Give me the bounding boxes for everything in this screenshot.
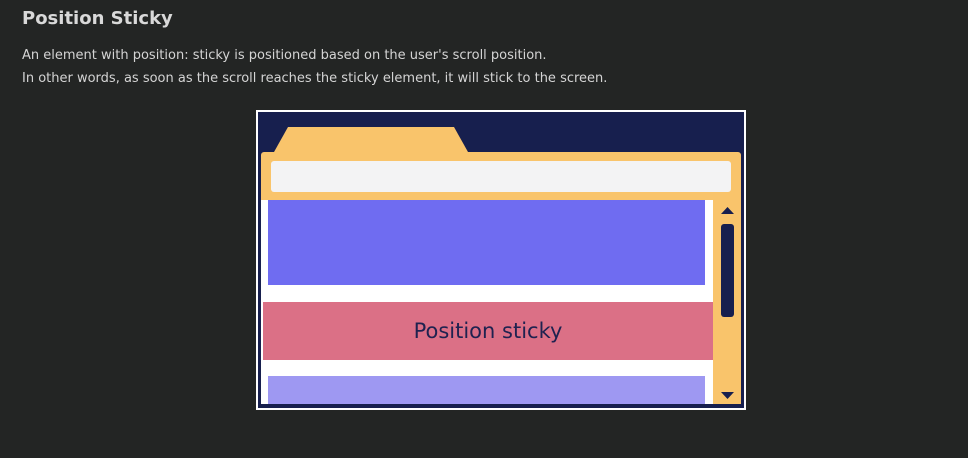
description-line-2: In other words, as soon as the scroll re… — [22, 71, 608, 86]
content-block-top — [268, 200, 705, 285]
page-title: Position Sticky — [22, 8, 173, 29]
folder-tab — [274, 127, 468, 152]
header-bar — [271, 161, 731, 192]
description-line-1: An element with position: sticky is posi… — [22, 48, 547, 63]
content-block-bottom — [268, 376, 705, 404]
scrollbar-thumb[interactable] — [721, 224, 734, 317]
sticky-block-label: Position sticky — [414, 319, 563, 343]
sticky-illustration: Position sticky — [256, 110, 746, 410]
page: Position Sticky An element with position… — [0, 0, 968, 458]
scrollbar[interactable] — [715, 200, 741, 404]
frame-bottom — [258, 404, 744, 408]
